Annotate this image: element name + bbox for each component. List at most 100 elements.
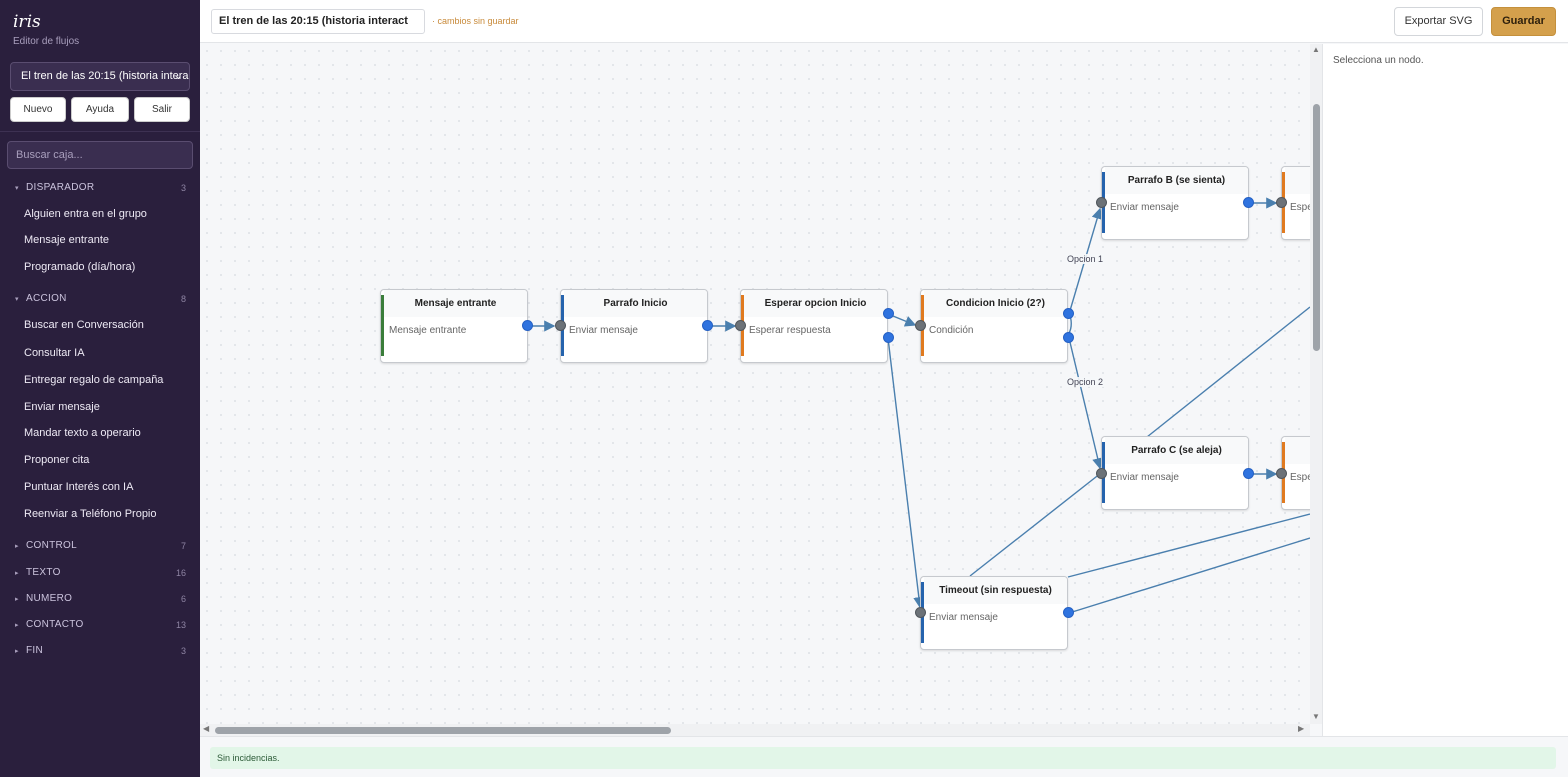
scroll-left-icon[interactable]: ◀ <box>203 724 209 733</box>
flow-node-parrafo-b[interactable]: Parrafo B (se sienta) Enviar mensaje <box>1101 166 1249 240</box>
canvas-vertical-scrollbar[interactable]: ▲ ▼ <box>1310 44 1322 724</box>
node-subtitle: Enviar mensaje <box>1110 202 1179 213</box>
export-svg-button[interactable]: Exportar SVG <box>1394 7 1483 36</box>
exit-button[interactable]: Salir <box>134 97 190 122</box>
triangle-right-icon: ▸ <box>15 596 19 603</box>
scroll-down-icon[interactable]: ▼ <box>1312 712 1320 721</box>
flow-select[interactable]: El tren de las 20:15 (historia interact … <box>10 62 190 91</box>
edge-connector[interactable] <box>1068 537 1310 614</box>
category-count: 16 <box>175 568 186 578</box>
category-fin[interactable]: ▸ FIN 3 <box>0 645 200 659</box>
node-output-port[interactable] <box>883 308 894 319</box>
canvas-horizontal-scrollbar[interactable]: ◀ ▶ <box>200 724 1310 736</box>
node-subtitle: Enviar mensaje <box>569 325 638 336</box>
node-output-port[interactable] <box>1063 607 1074 618</box>
help-button[interactable]: Ayuda <box>71 97 129 122</box>
node-input-port[interactable] <box>1096 468 1107 479</box>
node-output-port[interactable] <box>1243 197 1254 208</box>
node-title <box>1285 437 1310 464</box>
category-contacto[interactable]: ▸ CONTACTO 13 <box>0 619 200 633</box>
category-texto[interactable]: ▸ TEXTO 16 <box>0 567 200 581</box>
category-name: NUMERO <box>26 593 73 604</box>
category-count: 13 <box>175 620 186 630</box>
palette-item[interactable]: Mensaje entrante <box>24 234 109 246</box>
category-name: CONTACTO <box>26 619 84 630</box>
category-numero[interactable]: ▸ NUMERO 6 <box>0 593 200 607</box>
search-input[interactable] <box>7 141 193 169</box>
palette-item[interactable]: Programado (día/hora) <box>24 261 135 273</box>
palette-item[interactable]: Proponer cita <box>24 454 89 466</box>
palette-item[interactable]: Buscar en Conversación <box>24 319 144 331</box>
node-subtitle: Espe <box>1290 202 1310 213</box>
palette-item[interactable]: Mandar texto a operario <box>24 427 141 439</box>
category-count: 3 <box>180 646 186 656</box>
node-title: Timeout (sin respuesta) <box>924 577 1067 604</box>
brand-subtitle: Editor de flujos <box>13 36 80 47</box>
flow-title-input[interactable]: El tren de las 20:15 (historia interact <box>211 9 425 34</box>
chevron-down-icon: ⌄ <box>173 70 183 82</box>
node-subtitle: Mensaje entrante <box>389 325 467 336</box>
palette-item[interactable]: Reenviar a Teléfono Propio <box>24 508 157 520</box>
node-output-port[interactable] <box>1063 332 1074 343</box>
triangle-down-icon: ▾ <box>15 185 19 192</box>
status-message: Sin incidencias. <box>210 747 1556 769</box>
flow-canvas[interactable]: Opcion 1 Opcion 2 Mensaje entrante Mensa… <box>200 44 1310 724</box>
edge-connector[interactable] <box>969 472 1102 577</box>
edge-connector[interactable] <box>887 337 925 609</box>
category-disparador[interactable]: ▾ DISPARADOR 3 <box>0 182 200 196</box>
flow-node-condicion-inicio[interactable]: Condicion Inicio (2?) Condición <box>920 289 1068 363</box>
node-input-port[interactable] <box>735 320 746 331</box>
category-count: 8 <box>180 294 186 304</box>
flow-node-parrafo-inicio[interactable]: Parrafo Inicio Enviar mensaje <box>560 289 708 363</box>
flow-node-timeout[interactable]: Timeout (sin respuesta) Enviar mensaje <box>920 576 1068 650</box>
horizontal-scroll-thumb[interactable] <box>215 727 671 734</box>
category-control[interactable]: ▸ CONTROL 7 <box>0 540 200 554</box>
node-input-port[interactable] <box>1276 197 1287 208</box>
category-name: DISPARADOR <box>26 182 95 193</box>
edge-label-option-2: Opcion 2 <box>1066 377 1105 387</box>
scroll-right-icon[interactable]: ▶ <box>1298 724 1304 733</box>
palette-item[interactable]: Consultar IA <box>24 347 85 359</box>
triangle-right-icon: ▸ <box>15 648 19 655</box>
triangle-right-icon: ▸ <box>15 570 19 577</box>
node-subtitle: Enviar mensaje <box>929 612 998 623</box>
flow-node-parrafo-c[interactable]: Parrafo C (se aleja) Enviar mensaje <box>1101 436 1249 510</box>
node-input-port[interactable] <box>1096 197 1107 208</box>
save-button[interactable]: Guardar <box>1491 7 1556 36</box>
category-accion[interactable]: ▾ ACCION 8 <box>0 293 200 307</box>
node-input-port[interactable] <box>915 320 926 331</box>
edge-connector[interactable] <box>1146 306 1310 438</box>
topbar: El tren de las 20:15 (historia interact … <box>200 0 1568 43</box>
flow-node-esperar-opcion-inicio[interactable]: Esperar opcion Inicio Esperar respuesta <box>740 289 888 363</box>
edge-connector[interactable] <box>1067 513 1310 578</box>
palette-item[interactable]: Enviar mensaje <box>24 401 100 413</box>
node-output-port[interactable] <box>883 332 894 343</box>
node-input-port[interactable] <box>555 320 566 331</box>
node-input-port[interactable] <box>915 607 926 618</box>
triangle-down-icon: ▾ <box>15 296 19 303</box>
palette-item[interactable]: Alguien entra en el grupo <box>24 208 147 220</box>
category-name: ACCION <box>26 293 67 304</box>
scroll-up-icon[interactable]: ▲ <box>1312 45 1320 54</box>
category-count: 7 <box>180 541 186 551</box>
palette-item[interactable]: Puntuar Interés con IA <box>24 481 133 493</box>
category-name: CONTROL <box>26 540 77 551</box>
node-output-port[interactable] <box>702 320 713 331</box>
flow-select-value: El tren de las 20:15 (historia interact <box>21 70 190 82</box>
palette-item[interactable]: Entregar regalo de campaña <box>24 374 163 386</box>
triangle-right-icon: ▸ <box>15 543 19 550</box>
category-count: 3 <box>180 183 186 193</box>
category-name: TEXTO <box>26 567 61 578</box>
node-output-port[interactable] <box>522 320 533 331</box>
node-output-port[interactable] <box>1063 308 1074 319</box>
node-subtitle: Esperar respuesta <box>749 325 831 336</box>
flow-node-mensaje-entrante[interactable]: Mensaje entrante Mensaje entrante <box>380 289 528 363</box>
node-title: Esperar opcion Inicio <box>744 290 887 317</box>
vertical-scroll-thumb[interactable] <box>1313 104 1320 351</box>
node-output-port[interactable] <box>1243 468 1254 479</box>
new-button[interactable]: Nuevo <box>10 97 66 122</box>
node-subtitle: Enviar mensaje <box>1110 472 1179 483</box>
node-input-port[interactable] <box>1276 468 1287 479</box>
category-count: 6 <box>180 594 186 604</box>
edge-connector[interactable] <box>1068 337 1104 470</box>
